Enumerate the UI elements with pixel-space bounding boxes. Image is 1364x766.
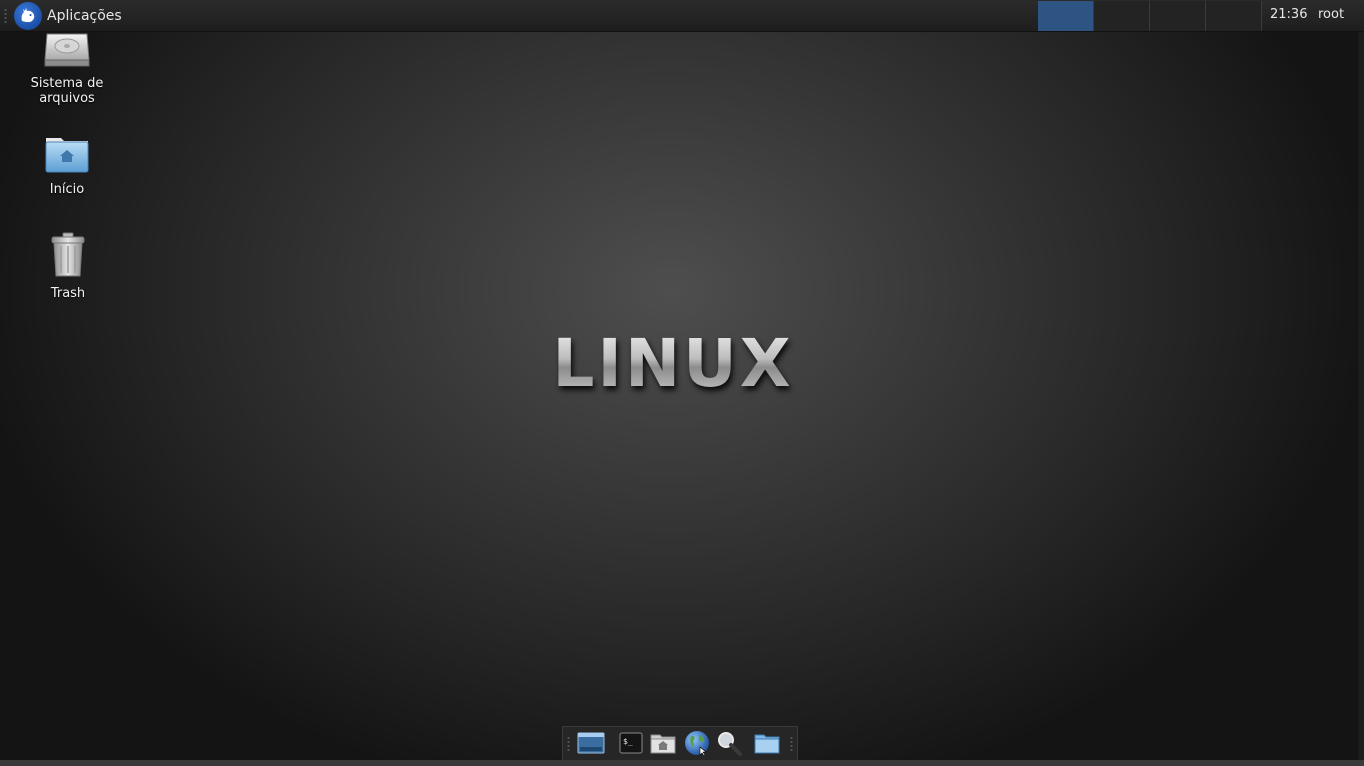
dock-grip-right[interactable]	[790, 736, 793, 752]
desktop-icon-trash[interactable]: Trash	[18, 232, 118, 301]
desktop-icon-home[interactable]: Início	[17, 134, 117, 197]
xfce-mouse-icon	[14, 2, 42, 30]
trash-icon	[50, 232, 86, 282]
dock-show-desktop[interactable]	[577, 731, 605, 759]
desktop-icon-label: Sistema de arquivos	[30, 76, 104, 106]
panel-clock[interactable]: 21:36	[1270, 7, 1307, 22]
folder-icon	[754, 732, 780, 758]
desktop-icon-label: Trash	[50, 286, 86, 301]
top-panel: Aplicações 21:36 root	[0, 0, 1364, 32]
workspace-3[interactable]	[1150, 1, 1206, 31]
dock-terminal[interactable]: $_	[617, 731, 645, 759]
search-icon	[716, 730, 742, 760]
panel-grip[interactable]	[4, 8, 7, 24]
workspace-4[interactable]	[1206, 1, 1262, 31]
applications-menu-button[interactable]: Aplicações	[14, 2, 122, 30]
workspace-1[interactable]	[1038, 1, 1094, 31]
dock-home-folder[interactable]	[649, 731, 677, 759]
applications-menu-label: Aplicações	[47, 8, 122, 24]
dock-web-browser[interactable]	[683, 731, 711, 759]
screen-right-edge	[1358, 32, 1364, 760]
svg-text:$_: $_	[623, 737, 633, 746]
workspace-switcher	[1038, 1, 1262, 31]
desktop-icon-label: Início	[49, 182, 85, 197]
show-desktop-icon	[577, 731, 605, 759]
globe-icon	[684, 730, 710, 760]
bottom-dock: $_	[562, 726, 798, 760]
user-menu[interactable]: root	[1318, 7, 1344, 22]
wallpaper-linux-logo: LINUX	[548, 318, 798, 408]
desktop-icon-filesystem[interactable]: Sistema de arquivos	[17, 32, 117, 106]
dock-file-manager[interactable]	[753, 731, 781, 759]
workspace-2[interactable]	[1094, 1, 1150, 31]
hard-drive-icon	[43, 32, 91, 72]
terminal-icon: $_	[619, 732, 643, 758]
home-folder-icon	[43, 134, 91, 178]
dock-app-finder[interactable]	[715, 731, 743, 759]
dock-grip-left[interactable]	[567, 736, 570, 752]
home-folder-icon	[650, 732, 676, 758]
bottom-strip	[0, 760, 1364, 766]
